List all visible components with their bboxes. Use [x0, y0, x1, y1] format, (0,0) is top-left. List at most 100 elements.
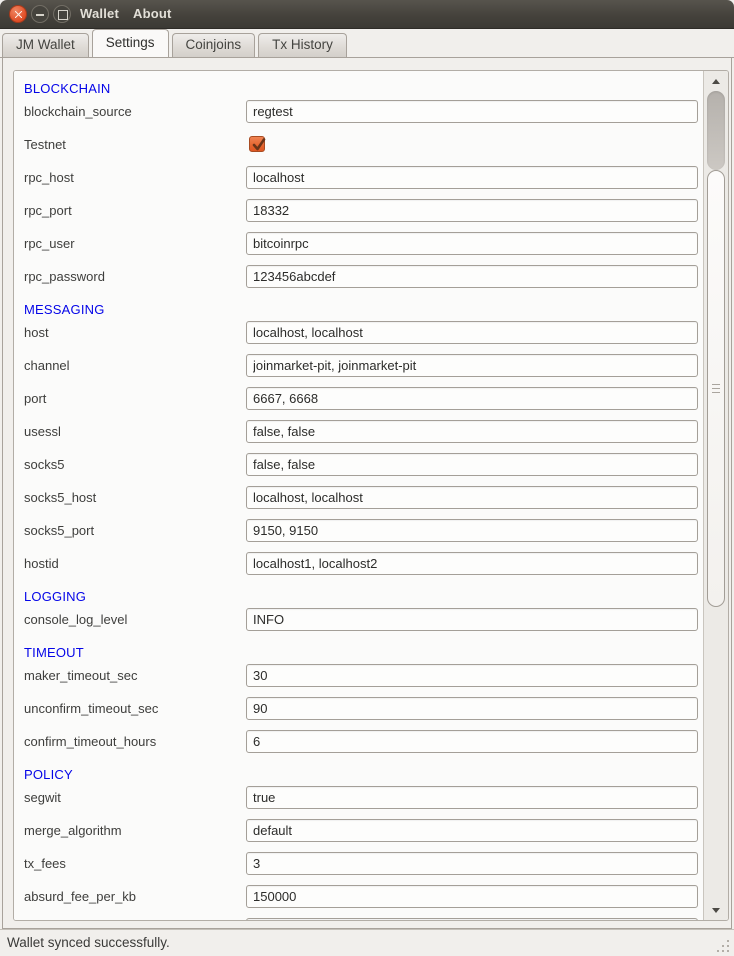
section-header-timeout: TIMEOUT [24, 641, 84, 664]
row-label-console-log-level: console_log_level [24, 608, 127, 631]
input-tx-fees[interactable] [246, 852, 698, 875]
section-header-messaging: MESSAGING [24, 298, 105, 321]
form-row-channel: channel [24, 354, 696, 387]
tab-strip: JM WalletSettingsCoinjoinsTx History [2, 29, 347, 57]
row-label-segwit: segwit [24, 786, 61, 809]
settings-pane: BLOCKCHAINblockchain_source Testnet rpc_ho… [2, 57, 732, 929]
pane-top-border [0, 57, 734, 58]
input-rpc-password[interactable] [246, 265, 698, 288]
maximize-button[interactable] [53, 5, 71, 23]
form-row-rpc-password: rpc_password [24, 265, 696, 298]
row-label-merge-algorithm: merge_algorithm [24, 819, 122, 842]
row-label-host: host [24, 321, 49, 344]
form-row-tx-fees: tx_fees [24, 852, 696, 885]
form-row-blockchain-source: blockchain_source [24, 100, 696, 133]
form-row-merge-algorithm: merge_algorithm [24, 819, 696, 852]
resize-grip-icon[interactable] [717, 939, 730, 952]
form-row-rpc-user: rpc_user [24, 232, 696, 265]
close-button[interactable] [9, 5, 27, 23]
menu-wallet[interactable]: Wallet [80, 0, 119, 28]
input-usessl[interactable] [246, 420, 698, 443]
menu-about[interactable]: About [133, 0, 172, 28]
row-label-rpc-host: rpc_host [24, 166, 74, 189]
scroll-down-icon [712, 908, 720, 913]
input-unconfirm-timeout-sec[interactable] [246, 697, 698, 720]
input-socks5[interactable] [246, 453, 698, 476]
status-bar: Wallet synced successfully. [0, 929, 734, 956]
input-hostid[interactable] [246, 552, 698, 575]
row-label-confirm-timeout-hours: confirm_timeout_hours [24, 730, 156, 753]
input-rpc-port[interactable] [246, 199, 698, 222]
input-host[interactable] [246, 321, 698, 344]
section-header-blockchain: BLOCKCHAIN [24, 77, 111, 100]
scroll-up-icon [712, 79, 720, 84]
input-socks5-port[interactable] [246, 519, 698, 542]
form-row-row [24, 918, 696, 920]
input-rpc-host[interactable] [246, 166, 698, 189]
form-row-console-log-level: console_log_level [24, 608, 696, 641]
tab-tx-history[interactable]: Tx History [258, 33, 347, 57]
form-row-confirm-timeout-hours: confirm_timeout_hours [24, 730, 696, 763]
form-row-maker-timeout-sec: maker_timeout_sec [24, 664, 696, 697]
row-label-maker-timeout-sec: maker_timeout_sec [24, 664, 137, 687]
input-blockchain-source[interactable] [246, 100, 698, 123]
row-label-testnet: Testnet [24, 133, 66, 156]
form-row-absurd-fee-per-kb: absurd_fee_per_kb [24, 885, 696, 918]
row-label-unconfirm-timeout-sec: unconfirm_timeout_sec [24, 697, 158, 720]
status-message: Wallet synced successfully. [7, 930, 170, 956]
input-port[interactable] [246, 387, 698, 410]
settings-viewport: BLOCKCHAINblockchain_source Testnet rpc_ho… [14, 71, 703, 920]
form-row-rpc-host: rpc_host [24, 166, 696, 199]
form-row-hostid: hostid [24, 552, 696, 585]
row-label-rpc-port: rpc_port [24, 199, 72, 222]
checkmark-icon [251, 136, 267, 154]
input-maker-timeout-sec[interactable] [246, 664, 698, 687]
input-absurd-fee-per-kb[interactable] [246, 885, 698, 908]
section-header-policy: POLICY [24, 763, 73, 786]
form-row-socks5-host: socks5_host [24, 486, 696, 519]
row-label-socks5: socks5 [24, 453, 64, 476]
row-label-rpc-password: rpc_password [24, 265, 105, 288]
section-header-logging: LOGGING [24, 585, 86, 608]
settings-scroll-area: BLOCKCHAINblockchain_source Testnet rpc_ho… [13, 70, 729, 921]
scroll-up-button[interactable] [704, 71, 728, 91]
row-label-hostid: hostid [24, 552, 59, 575]
scroll-down-button[interactable] [704, 900, 728, 920]
scrollbar-thumb[interactable] [707, 170, 725, 607]
form-row-host: host [24, 321, 696, 354]
form-row-rpc-port: rpc_port [24, 199, 696, 232]
row-label-socks5-port: socks5_port [24, 519, 94, 542]
input-channel[interactable] [246, 354, 698, 377]
application-window: Wallet About JM WalletSettingsCoinjoinsT… [0, 0, 734, 956]
window-titlebar: Wallet About [0, 0, 734, 29]
row-label-channel: channel [24, 354, 70, 377]
input-row[interactable] [246, 918, 698, 920]
row-label-rpc-user: rpc_user [24, 232, 75, 255]
input-socks5-host[interactable] [246, 486, 698, 509]
tab-coinjoins[interactable]: Coinjoins [172, 33, 256, 57]
row-label-socks5-host: socks5_host [24, 486, 96, 509]
row-label-port: port [24, 387, 46, 410]
vertical-scrollbar[interactable] [703, 71, 728, 920]
minimize-button[interactable] [31, 5, 49, 23]
input-confirm-timeout-hours[interactable] [246, 730, 698, 753]
row-label-usessl: usessl [24, 420, 61, 443]
tab-bar: JM WalletSettingsCoinjoinsTx History [0, 29, 734, 57]
row-label-tx-fees: tx_fees [24, 852, 66, 875]
form-row-unconfirm-timeout-sec: unconfirm_timeout_sec [24, 697, 696, 730]
input-segwit[interactable] [246, 786, 698, 809]
row-label-absurd-fee-per-kb: absurd_fee_per_kb [24, 885, 136, 908]
row-label-blockchain-source: blockchain_source [24, 100, 132, 123]
input-merge-algorithm[interactable] [246, 819, 698, 842]
form-row-testnet: Testnet [24, 133, 696, 166]
tab-jm-wallet[interactable]: JM Wallet [2, 33, 89, 57]
form-row-usessl: usessl [24, 420, 696, 453]
scrollbar-grip-icon [712, 384, 720, 394]
input-console-log-level[interactable] [246, 608, 698, 631]
testnet-checkbox[interactable] [249, 136, 265, 152]
tab-settings[interactable]: Settings [92, 29, 169, 57]
scrollbar-trough-top[interactable] [707, 91, 725, 170]
input-rpc-user[interactable] [246, 232, 698, 255]
form-row-socks5: socks5 [24, 453, 696, 486]
form-row-socks5-port: socks5_port [24, 519, 696, 552]
